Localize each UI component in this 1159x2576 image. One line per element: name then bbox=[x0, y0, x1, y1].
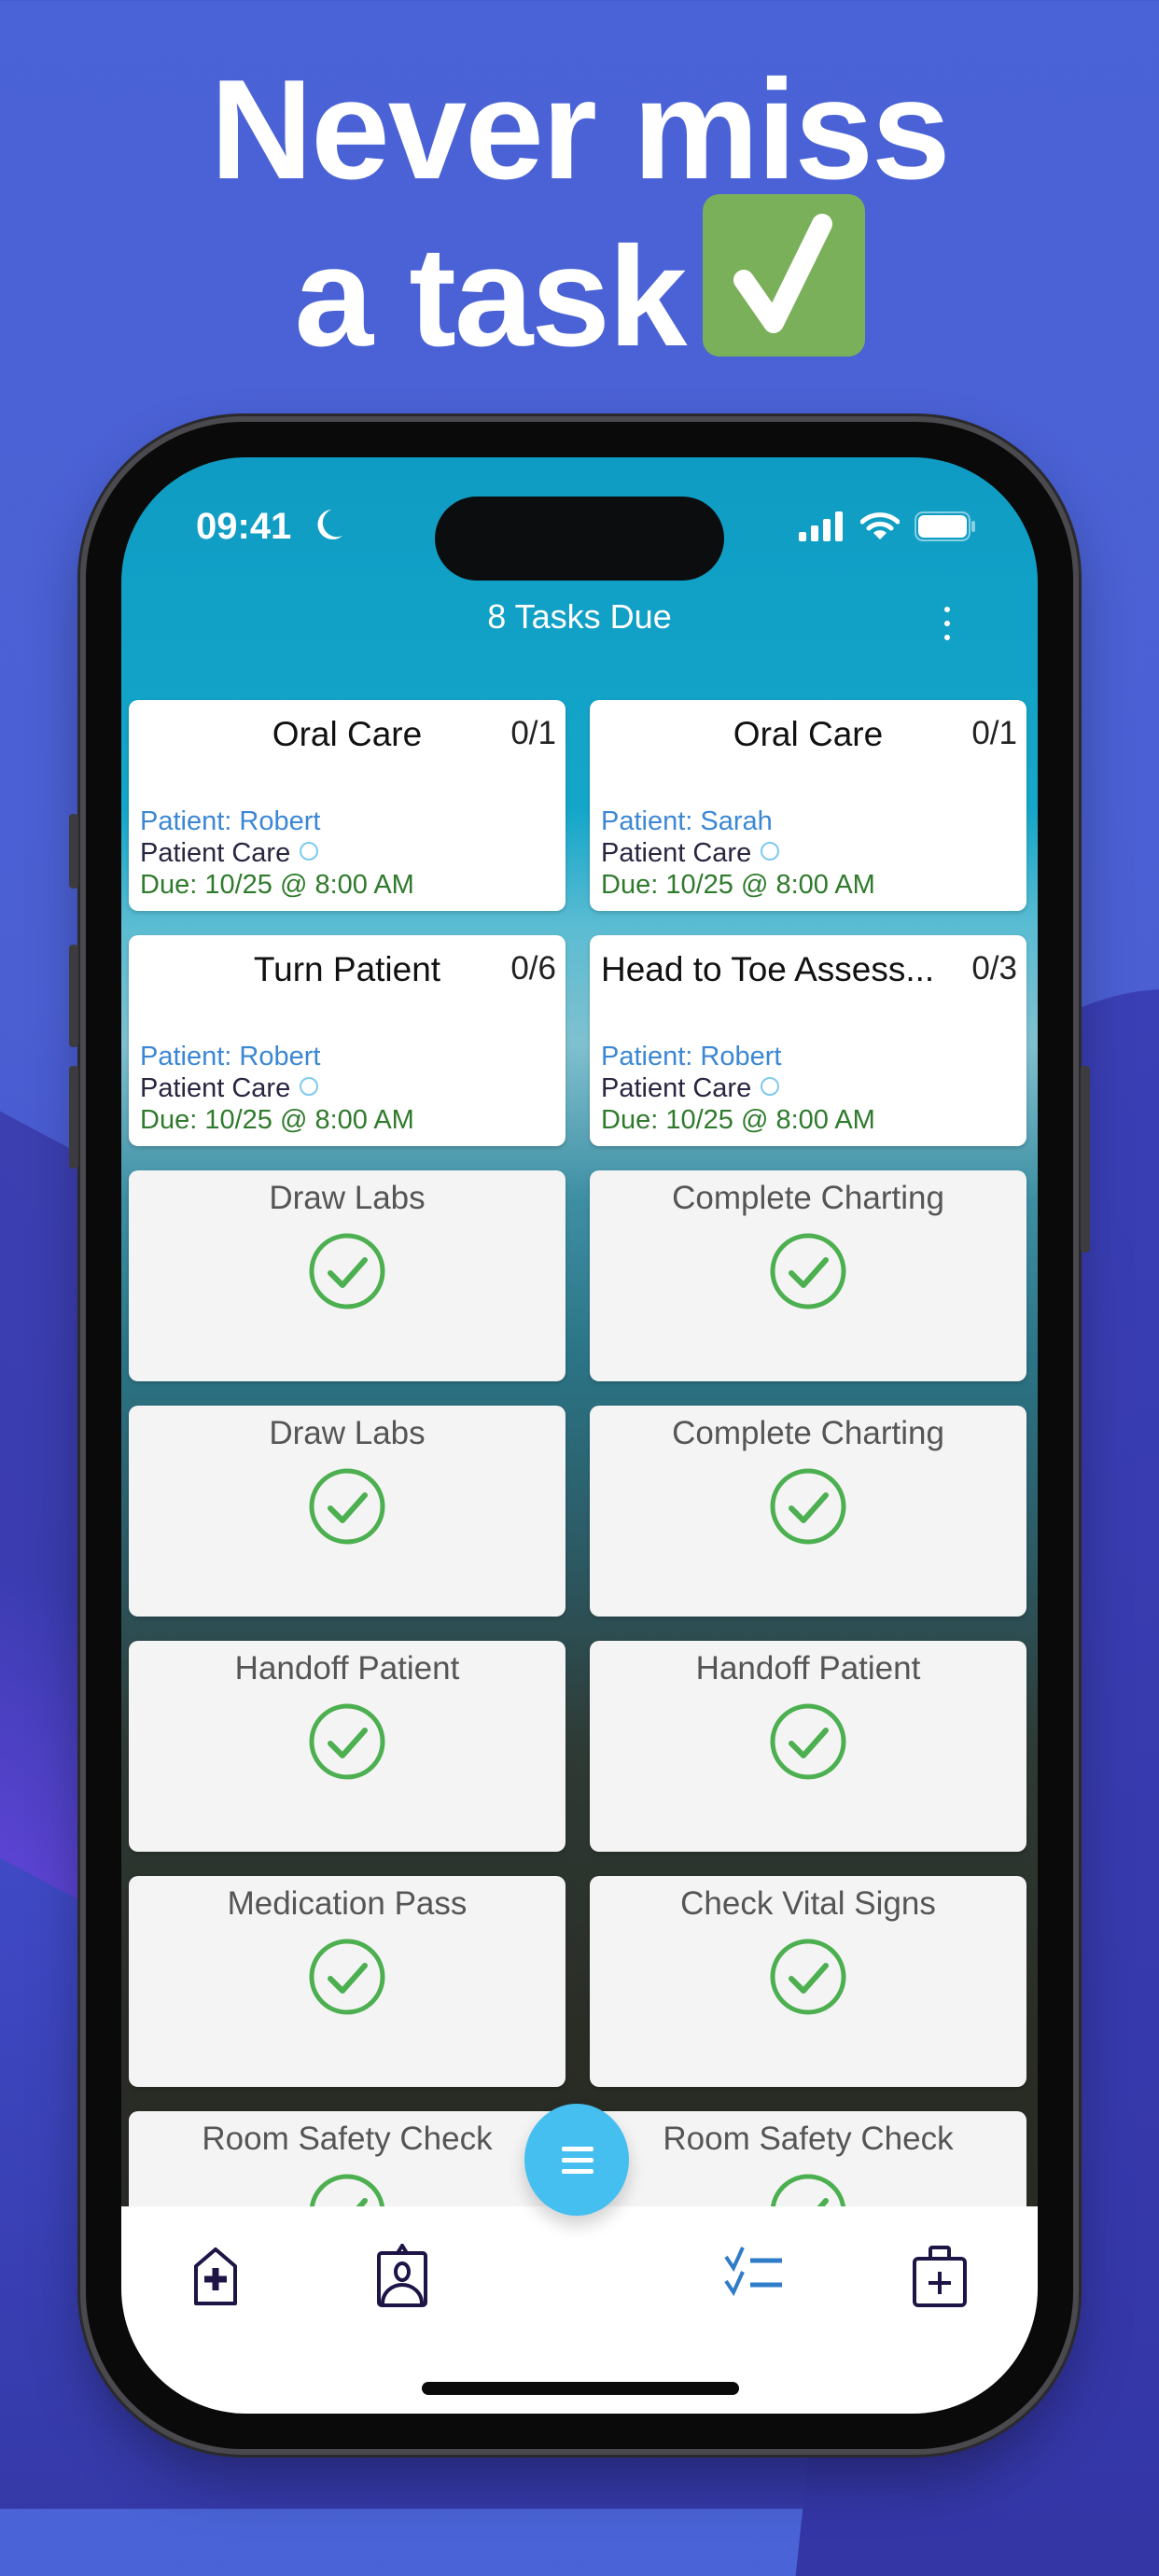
task-count: 0/1 bbox=[510, 715, 556, 751]
task-category-label: Patient Care bbox=[601, 838, 752, 868]
task-due: Due: 10/25 @ 8:00 AM bbox=[140, 870, 414, 900]
cellular-signal-icon bbox=[799, 511, 845, 546]
task-card[interactable]: Oral Care 0/1 Patient: Sarah Patient Car… bbox=[590, 700, 1026, 911]
action-button bbox=[69, 814, 78, 889]
task-title: Oral Care bbox=[733, 715, 884, 753]
task-patient[interactable]: Patient: Robert bbox=[601, 1042, 781, 1072]
completed-task-card[interactable]: Handoff Patient bbox=[129, 1641, 566, 1852]
task-title: Complete Charting bbox=[672, 1180, 944, 1216]
task-title: Room Safety Check bbox=[663, 2121, 954, 2157]
task-title: Oral Care bbox=[272, 715, 423, 753]
check-circle-icon bbox=[308, 1467, 386, 1550]
task-title: Medication Pass bbox=[227, 1885, 468, 1922]
check-circle-icon bbox=[308, 1702, 386, 1785]
task-title: Check Vital Signs bbox=[680, 1885, 936, 1922]
task-count: 0/3 bbox=[971, 950, 1017, 987]
volume-up-button bbox=[69, 945, 78, 1047]
completed-task-card[interactable]: Check Vital Signs bbox=[590, 1876, 1026, 2087]
check-circle-icon bbox=[308, 1232, 386, 1315]
task-title: Turn Patient bbox=[253, 950, 441, 988]
hospital-icon bbox=[194, 2247, 237, 2305]
task-due: Due: 10/25 @ 8:00 AM bbox=[601, 1105, 875, 1135]
check-mark-button-icon bbox=[702, 194, 865, 357]
check-circle-icon bbox=[308, 1938, 386, 2021]
task-category-label: Patient Care bbox=[140, 838, 291, 868]
completed-task-card[interactable]: Complete Charting bbox=[590, 1170, 1026, 1381]
menu-icon-bar bbox=[562, 2169, 593, 2174]
headline-line-1: Never miss bbox=[210, 50, 950, 209]
wifi-icon bbox=[859, 511, 901, 546]
task-patient[interactable]: Patient: Robert bbox=[140, 806, 320, 837]
check-circle-icon bbox=[769, 1232, 847, 1315]
home-indicator[interactable] bbox=[422, 2382, 739, 2395]
task-count: 0/6 bbox=[510, 950, 556, 987]
check-circle-icon bbox=[769, 1702, 847, 1785]
tab-badge[interactable] bbox=[370, 2242, 435, 2309]
task-due: Due: 10/25 @ 8:00 AM bbox=[601, 870, 875, 900]
task-category-label: Patient Care bbox=[140, 1073, 291, 1103]
task-patient[interactable]: Patient: Robert bbox=[140, 1042, 320, 1072]
volume-down-button bbox=[69, 1066, 78, 1169]
phone-frame: 09:41 8 Tasks Due Oral Care 0/1 Patient:… bbox=[69, 422, 1090, 2449]
task-card[interactable]: Turn Patient 0/6 Patient: Robert Patient… bbox=[129, 935, 566, 1146]
task-card[interactable]: Oral Care 0/1 Patient: Robert Patient Ca… bbox=[129, 700, 566, 911]
status-time: 09:41 bbox=[196, 506, 292, 547]
task-patient[interactable]: Patient: Sarah bbox=[601, 806, 773, 837]
medical-kit-icon bbox=[913, 2246, 967, 2307]
moon-icon bbox=[313, 506, 344, 548]
task-card[interactable]: Head to Toe Assess... 0/3 Patient: Rober… bbox=[590, 935, 1026, 1146]
power-button bbox=[1081, 1066, 1090, 1253]
task-title: Draw Labs bbox=[269, 1180, 426, 1216]
headline-line-2: a task bbox=[0, 194, 1159, 368]
task-title: Handoff Patient bbox=[695, 1650, 921, 1687]
task-category: Patient Care bbox=[140, 838, 319, 869]
task-title: Handoff Patient bbox=[234, 1650, 460, 1687]
completed-task-card[interactable]: Complete Charting bbox=[590, 1406, 1026, 1617]
tab-bar bbox=[121, 2206, 1038, 2414]
tab-medkit[interactable] bbox=[907, 2244, 972, 2309]
task-count: 0/1 bbox=[971, 715, 1017, 751]
status-ring-icon bbox=[761, 842, 780, 861]
tab-hospital[interactable] bbox=[183, 2244, 248, 2309]
menu-fab-button[interactable] bbox=[524, 2104, 629, 2216]
completed-task-card[interactable]: Handoff Patient bbox=[590, 1641, 1026, 1852]
check-circle-icon bbox=[769, 1467, 847, 1550]
completed-task-card[interactable]: Draw Labs bbox=[129, 1406, 566, 1617]
task-due: Due: 10/25 @ 8:00 AM bbox=[140, 1105, 414, 1135]
status-ring-icon bbox=[300, 1077, 319, 1096]
battery-icon bbox=[915, 511, 976, 546]
more-vertical-icon[interactable] bbox=[943, 607, 952, 649]
menu-icon-bar bbox=[562, 2158, 593, 2163]
status-bar: 09:41 bbox=[121, 457, 1038, 588]
status-ring-icon bbox=[300, 842, 319, 861]
tab-tasks[interactable] bbox=[722, 2244, 788, 2309]
task-category: Patient Care bbox=[601, 838, 780, 869]
status-icons bbox=[799, 511, 976, 546]
checklist-icon bbox=[724, 2247, 782, 2297]
headline-line-2-text: a task bbox=[294, 217, 688, 376]
task-category: Patient Care bbox=[601, 1073, 780, 1104]
task-title: Draw Labs bbox=[269, 1415, 426, 1451]
dynamic-island bbox=[435, 497, 724, 581]
completed-task-card[interactable]: Draw Labs bbox=[129, 1170, 566, 1381]
task-title: Complete Charting bbox=[672, 1415, 944, 1451]
task-category-label: Patient Care bbox=[601, 1073, 752, 1103]
task-category: Patient Care bbox=[140, 1073, 319, 1104]
marketing-headline: Never miss a task bbox=[0, 50, 1159, 368]
task-title: Room Safety Check bbox=[202, 2121, 493, 2157]
task-title: Head to Toe Assess... bbox=[601, 950, 935, 988]
id-badge-icon bbox=[377, 2242, 427, 2307]
page-title: 8 Tasks Due bbox=[487, 597, 672, 636]
menu-icon-bar bbox=[562, 2147, 593, 2151]
app-screen: 09:41 8 Tasks Due Oral Care 0/1 Patient:… bbox=[121, 457, 1038, 2414]
completed-task-card[interactable]: Medication Pass bbox=[129, 1876, 566, 2087]
status-ring-icon bbox=[761, 1077, 780, 1096]
check-circle-icon bbox=[769, 1938, 847, 2021]
